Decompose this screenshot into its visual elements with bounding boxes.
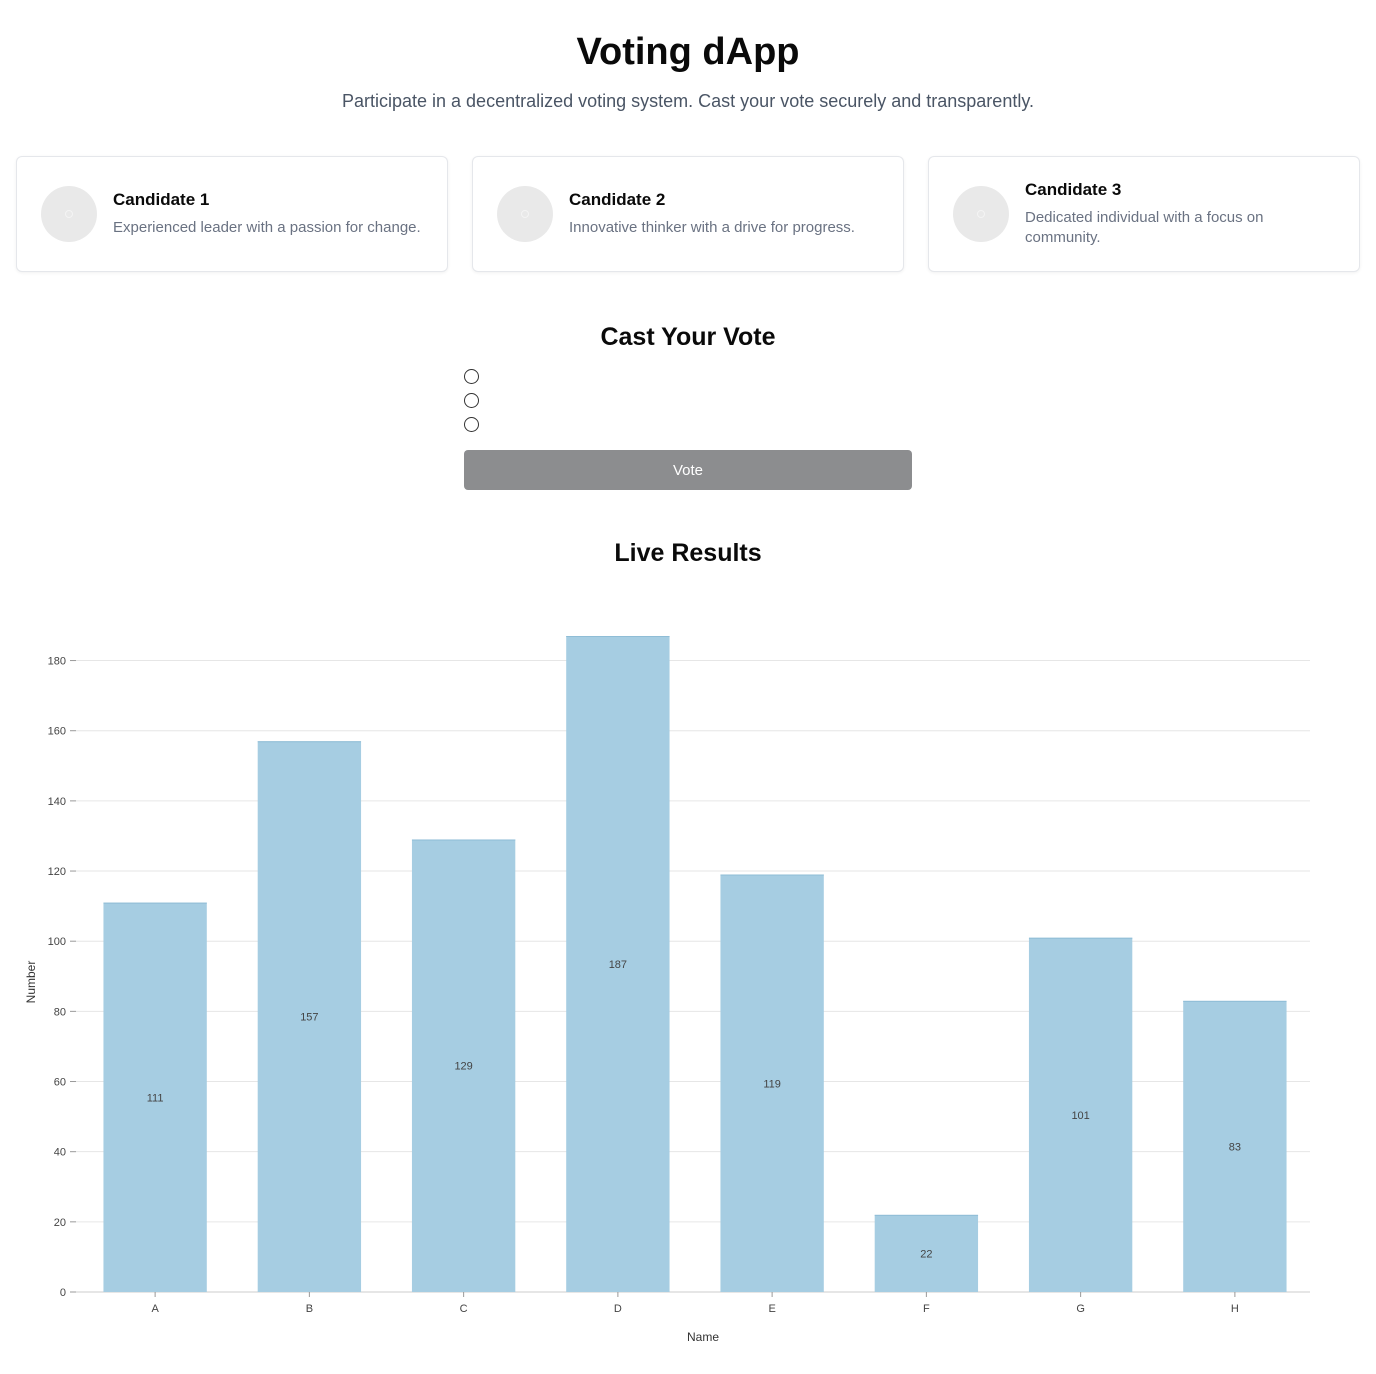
x-axis-label: Name xyxy=(687,1330,719,1344)
page-header: Voting dApp Participate in a decentraliz… xyxy=(0,0,1376,112)
results-header: Live Results xyxy=(0,536,1376,570)
vote-button[interactable]: Vote xyxy=(464,450,912,490)
bar-value-label: 22 xyxy=(920,1248,932,1260)
y-tick-label: 120 xyxy=(48,866,66,878)
page-title: Voting dApp xyxy=(576,31,800,73)
vote-section: Cast Your Vote Vote xyxy=(0,320,1376,490)
bar-value-label: 119 xyxy=(763,1078,781,1090)
bar-value-label: 187 xyxy=(609,959,627,971)
candidate-description: Experienced leader with a passion for ch… xyxy=(113,219,421,236)
avatar-placeholder-icon xyxy=(521,210,529,218)
x-tick-label: A xyxy=(151,1303,159,1315)
y-tick-label: 160 xyxy=(48,726,66,738)
x-tick-label: D xyxy=(614,1303,622,1315)
x-tick-label: H xyxy=(1231,1303,1239,1315)
y-tick-label: 60 xyxy=(54,1077,66,1089)
candidate-description: Innovative thinker with a drive for prog… xyxy=(569,219,855,236)
x-tick-label: E xyxy=(768,1303,775,1315)
y-tick-label: 100 xyxy=(48,936,66,948)
avatar-placeholder-icon xyxy=(977,210,985,218)
x-tick-label: F xyxy=(923,1303,930,1315)
candidate-card-2: Candidate 2 Innovative thinker with a dr… xyxy=(472,156,904,272)
vote-option-radio-1[interactable] xyxy=(464,369,479,384)
y-axis-label: Number xyxy=(24,961,38,1004)
x-tick-label: G xyxy=(1076,1303,1085,1315)
results-bar-chart: 0 20 40 60 80 100 120 140 160 180 111 A 157 B 129 C 187 D… xyxy=(24,636,1310,1344)
candidate-name: Candidate 1 xyxy=(113,190,210,209)
results-title: Live Results xyxy=(614,539,762,567)
vote-options xyxy=(464,369,479,441)
candidate-card-3: Candidate 3 Dedicated individual with a … xyxy=(928,156,1360,272)
candidate-card-1: Candidate 1 Experienced leader with a pa… xyxy=(16,156,448,272)
avatar xyxy=(497,186,553,242)
candidate-info: Candidate 3 Dedicated individual with a … xyxy=(1025,180,1285,248)
vote-option-radio-3[interactable] xyxy=(464,417,479,432)
bar-value-label: 83 xyxy=(1229,1141,1241,1153)
y-tick-label: 20 xyxy=(54,1217,66,1229)
y-tick-label: 40 xyxy=(54,1147,66,1159)
avatar xyxy=(41,186,97,242)
x-tick-label: B xyxy=(306,1303,313,1315)
candidate-info: Candidate 2 Innovative thinker with a dr… xyxy=(569,190,855,238)
page-subtitle: Participate in a decentralized voting sy… xyxy=(341,91,1034,111)
y-tick-label: 0 xyxy=(60,1287,66,1299)
candidate-description: Dedicated individual with a focus on com… xyxy=(1025,209,1264,246)
bar-value-label: 129 xyxy=(454,1061,472,1073)
candidate-name: Candidate 2 xyxy=(569,190,666,209)
avatar-placeholder-icon xyxy=(65,210,73,218)
candidate-name: Candidate 3 xyxy=(1025,180,1122,199)
candidate-info: Candidate 1 Experienced leader with a pa… xyxy=(113,190,421,238)
vote-title: Cast Your Vote xyxy=(600,323,776,351)
bar-value-label: 101 xyxy=(1071,1110,1089,1122)
vote-option-radio-2[interactable] xyxy=(464,393,479,408)
candidate-cards: Candidate 1 Experienced leader with a pa… xyxy=(16,156,1360,272)
y-tick-label: 180 xyxy=(48,656,66,668)
y-tick-label: 140 xyxy=(48,796,66,808)
avatar xyxy=(953,186,1009,242)
y-tick-label: 80 xyxy=(54,1006,66,1018)
x-tick-label: C xyxy=(460,1303,468,1315)
bar-value-label: 111 xyxy=(147,1092,164,1104)
bar-value-label: 157 xyxy=(300,1012,318,1024)
